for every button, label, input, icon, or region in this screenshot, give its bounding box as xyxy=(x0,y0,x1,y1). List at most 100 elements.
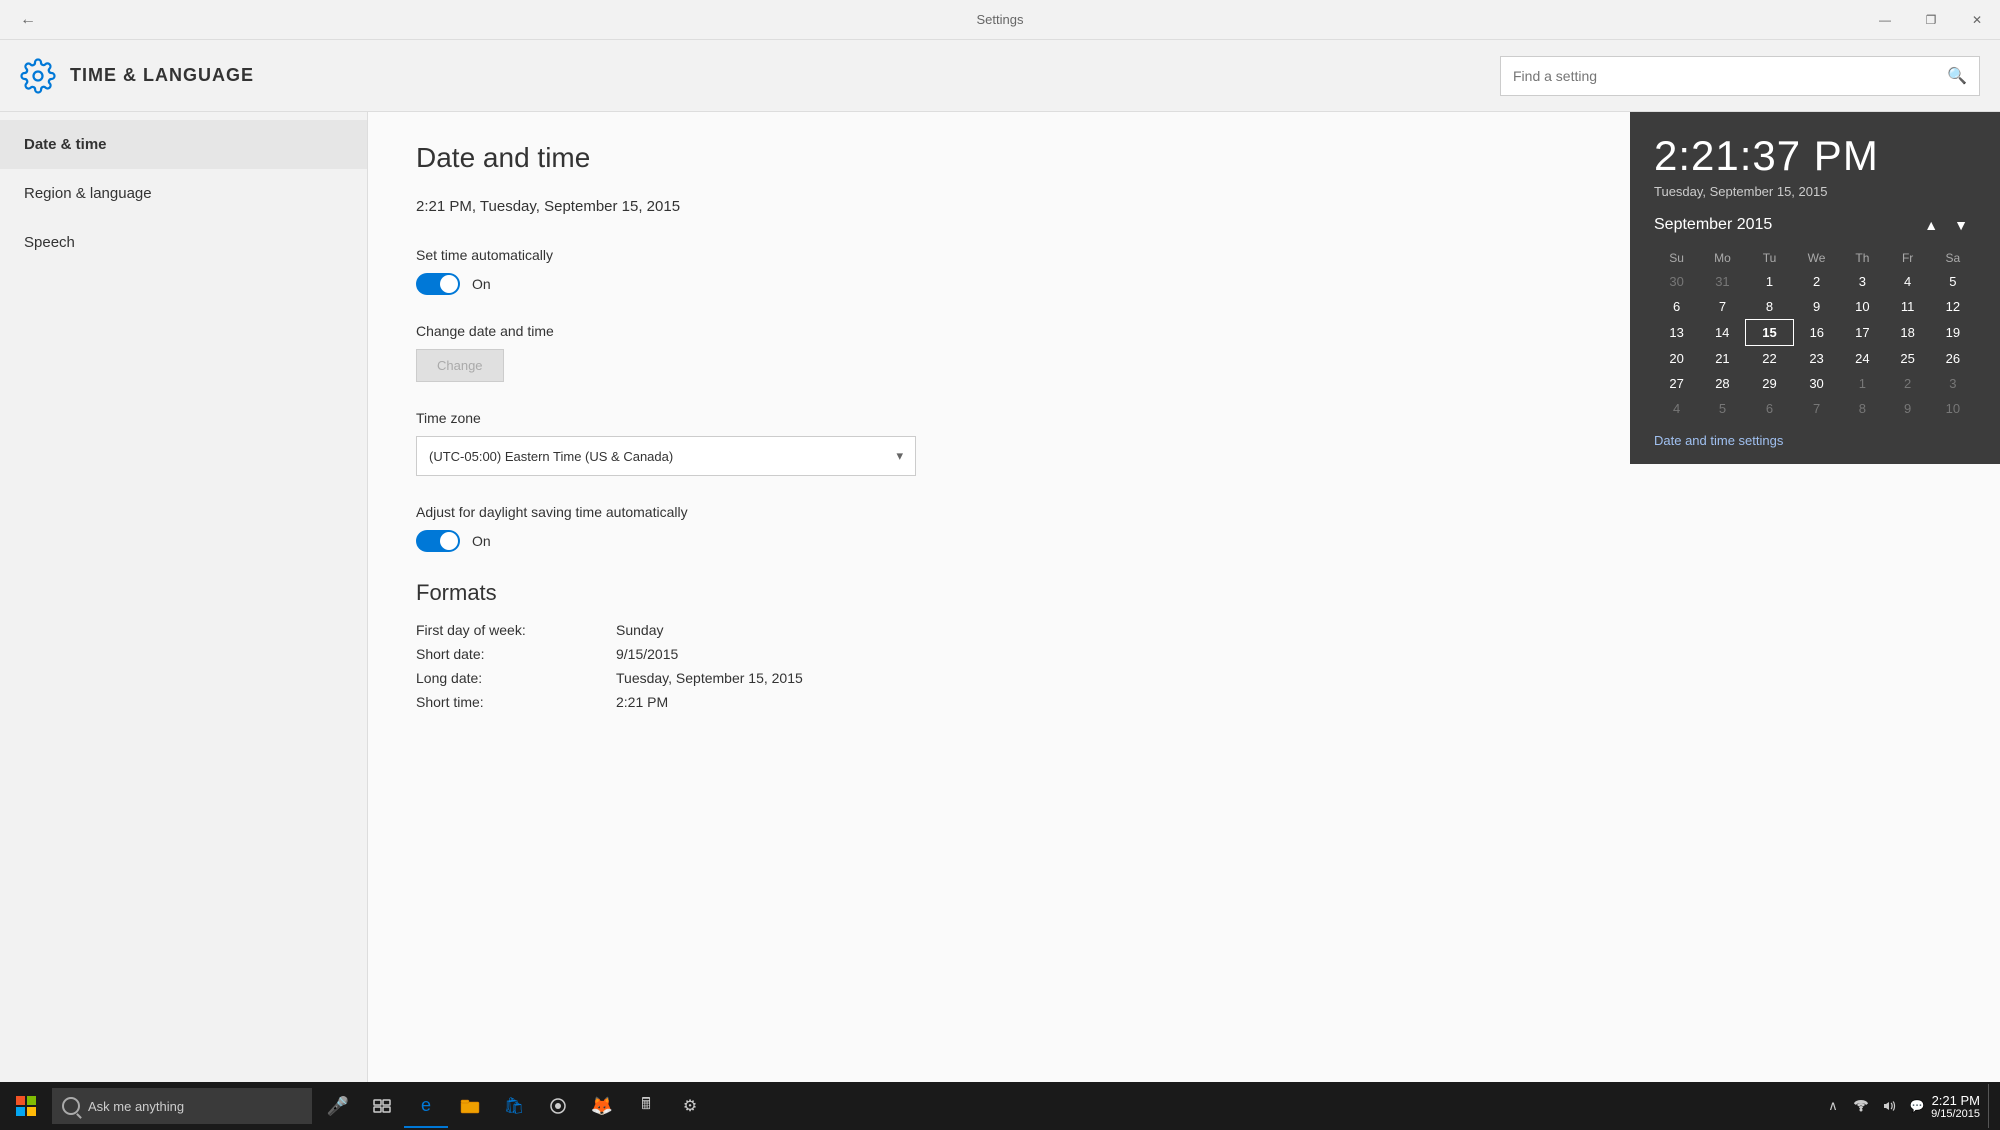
edge-button[interactable]: e xyxy=(404,1084,448,1128)
calendar-day[interactable]: 7 xyxy=(1699,294,1745,320)
settings-icon xyxy=(20,58,56,94)
search-input[interactable] xyxy=(1513,68,1947,84)
calendar-prev-button[interactable]: ▲ xyxy=(1916,215,1946,235)
calendar-header: September 2015 ▲ ▼ xyxy=(1654,215,1976,235)
close-button[interactable]: ✕ xyxy=(1954,4,2000,36)
change-button[interactable]: Change xyxy=(416,349,504,382)
calendar-day-header: We xyxy=(1793,247,1839,269)
calendar-day[interactable]: 17 xyxy=(1840,320,1885,346)
calendar-day[interactable]: 11 xyxy=(1885,294,1930,320)
calendar-next-button[interactable]: ▼ xyxy=(1946,215,1976,235)
show-desktop-button[interactable] xyxy=(1988,1084,1996,1128)
back-button[interactable]: ← xyxy=(12,4,44,36)
taskbar-clock[interactable]: 2:21 PM 9/15/2015 xyxy=(1931,1093,1988,1120)
calendar-day[interactable]: 4 xyxy=(1885,269,1930,294)
date-time-settings-link[interactable]: Date and time settings xyxy=(1654,433,1976,448)
start-button[interactable] xyxy=(4,1084,48,1128)
calendar-day[interactable]: 30 xyxy=(1793,371,1839,396)
calendar-day[interactable]: 8 xyxy=(1746,294,1794,320)
timezone-dropdown[interactable]: (UTC-05:00) Eastern Time (US & Canada) ▾ xyxy=(416,436,916,476)
dst-toggle[interactable] xyxy=(416,530,460,552)
sidebar-item-region-language[interactable]: Region & language xyxy=(0,169,367,218)
calendar-day-header: Fr xyxy=(1885,247,1930,269)
calendar-day[interactable]: 21 xyxy=(1699,346,1745,372)
calendar-day-header: Th xyxy=(1840,247,1885,269)
calendar-day[interactable]: 9 xyxy=(1793,294,1839,320)
calendar-day[interactable]: 31 xyxy=(1699,269,1745,294)
calendar-day[interactable]: 26 xyxy=(1930,346,1975,372)
search-icon: 🔍 xyxy=(1947,66,1967,86)
first-day-row: First day of week: Sunday xyxy=(416,622,1952,638)
chevron-up-icon[interactable]: ∧ xyxy=(1819,1084,1847,1128)
calendar-day-header: Sa xyxy=(1930,247,1975,269)
calendar-month-year: September 2015 xyxy=(1654,216,1916,234)
calendar-day[interactable]: 18 xyxy=(1885,320,1930,346)
calendar-day[interactable]: 1 xyxy=(1746,269,1794,294)
calendar-day[interactable]: 25 xyxy=(1885,346,1930,372)
network-icon[interactable] xyxy=(1847,1084,1875,1128)
sidebar-item-speech[interactable]: Speech xyxy=(0,218,367,267)
calendar-day[interactable]: 22 xyxy=(1746,346,1794,372)
calendar-day[interactable]: 2 xyxy=(1885,371,1930,396)
dst-label: Adjust for daylight saving time automati… xyxy=(416,504,1952,520)
calendar-day[interactable]: 23 xyxy=(1793,346,1839,372)
app-title: TIME & LANGUAGE xyxy=(70,65,254,86)
calendar-day[interactable]: 1 xyxy=(1840,371,1885,396)
long-date-key: Long date: xyxy=(416,670,616,686)
short-time-key: Short time: xyxy=(416,694,616,710)
taskbar-time: 2:21 PM xyxy=(1932,1093,1980,1108)
dst-value: On xyxy=(472,533,491,549)
calendar-day[interactable]: 2 xyxy=(1793,269,1839,294)
first-day-key: First day of week: xyxy=(416,622,616,638)
taskbar-search-bar[interactable]: Ask me anything xyxy=(52,1088,312,1124)
store-button[interactable]: 🛍 xyxy=(492,1084,536,1128)
sidebar-item-date-time[interactable]: Date & time xyxy=(0,120,367,169)
sidebar: Date & time Region & language Speech xyxy=(0,112,368,1082)
calendar-popup: 2:21:37 PM Tuesday, September 15, 2015 S… xyxy=(1630,112,2000,464)
calendar-day[interactable]: 3 xyxy=(1840,269,1885,294)
short-date-key: Short date: xyxy=(416,646,616,662)
calculator-button[interactable]: 🖩 xyxy=(624,1084,668,1128)
maximize-button[interactable]: ❐ xyxy=(1908,4,1954,36)
calendar-day[interactable]: 19 xyxy=(1930,320,1975,346)
mic-button[interactable]: 🎤 xyxy=(316,1084,360,1128)
cortana-app-button[interactable] xyxy=(536,1084,580,1128)
set-time-auto-toggle[interactable] xyxy=(416,273,460,295)
calendar-day[interactable]: 8 xyxy=(1840,396,1885,421)
volume-icon[interactable] xyxy=(1875,1084,1903,1128)
calendar-day[interactable]: 9 xyxy=(1885,396,1930,421)
explorer-button[interactable] xyxy=(448,1084,492,1128)
calendar-day[interactable]: 14 xyxy=(1699,320,1745,346)
calendar-day[interactable]: 12 xyxy=(1930,294,1975,320)
calendar-day[interactable]: 6 xyxy=(1654,294,1699,320)
calendar-day[interactable]: 3 xyxy=(1930,371,1975,396)
dst-group: Adjust for daylight saving time automati… xyxy=(416,504,1952,552)
taskbar-date: 9/15/2015 xyxy=(1931,1108,1980,1120)
short-time-value: 2:21 PM xyxy=(616,694,668,710)
calendar-day[interactable]: 20 xyxy=(1654,346,1699,372)
short-date-row: Short date: 9/15/2015 xyxy=(416,646,1952,662)
calendar-day[interactable]: 4 xyxy=(1654,396,1699,421)
calendar-day[interactable]: 10 xyxy=(1840,294,1885,320)
calendar-day[interactable]: 24 xyxy=(1840,346,1885,372)
calendar-day[interactable]: 27 xyxy=(1654,371,1699,396)
calendar-day[interactable]: 29 xyxy=(1746,371,1794,396)
calendar-day[interactable]: 15 xyxy=(1746,320,1794,346)
calendar-day[interactable]: 6 xyxy=(1746,396,1794,421)
calendar-day[interactable]: 28 xyxy=(1699,371,1745,396)
long-date-row: Long date: Tuesday, September 15, 2015 xyxy=(416,670,1952,686)
calendar-day[interactable]: 10 xyxy=(1930,396,1975,421)
task-view-button[interactable] xyxy=(360,1084,404,1128)
calendar-day[interactable]: 7 xyxy=(1793,396,1839,421)
calendar-day[interactable]: 30 xyxy=(1654,269,1699,294)
calendar-day[interactable]: 13 xyxy=(1654,320,1699,346)
calendar-day[interactable]: 5 xyxy=(1699,396,1745,421)
calendar-day[interactable]: 16 xyxy=(1793,320,1839,346)
settings-taskbar-button[interactable]: ⚙ xyxy=(668,1084,712,1128)
notification-area: ∧ 💬 xyxy=(1819,1084,1931,1128)
firefox-button[interactable]: 🦊 xyxy=(580,1084,624,1128)
calendar-day[interactable]: 5 xyxy=(1930,269,1975,294)
chat-icon[interactable]: 💬 xyxy=(1903,1084,1931,1128)
minimize-button[interactable]: — xyxy=(1862,4,1908,36)
search-box[interactable]: 🔍 xyxy=(1500,56,1980,96)
